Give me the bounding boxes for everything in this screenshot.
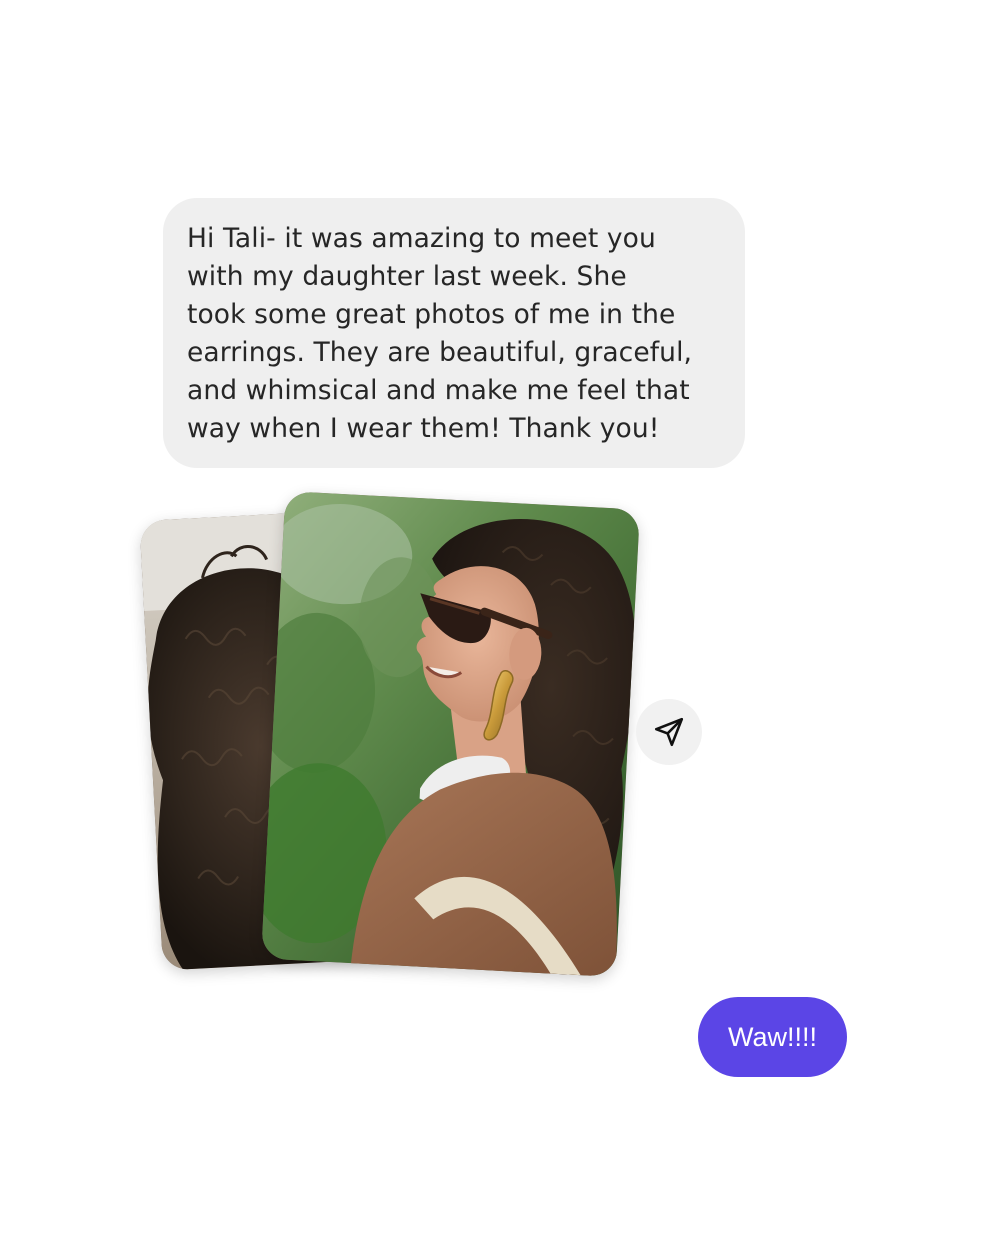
- share-icon: [654, 717, 684, 747]
- share-button[interactable]: [636, 699, 702, 765]
- photo-front-image: [260, 491, 641, 977]
- photo-front[interactable]: [260, 491, 641, 977]
- outgoing-message-bubble[interactable]: Waw!!!!: [698, 997, 847, 1077]
- incoming-message-bubble[interactable]: Hi Tali- it was amazing to meet you with…: [163, 198, 745, 468]
- incoming-message-text: Hi Tali- it was amazing to meet you with…: [187, 223, 693, 444]
- chat-thread: Hi Tali- it was amazing to meet you with…: [0, 0, 1000, 1250]
- outgoing-message-text: Waw!!!!: [727, 1021, 817, 1052]
- photo-stack[interactable]: [139, 491, 641, 985]
